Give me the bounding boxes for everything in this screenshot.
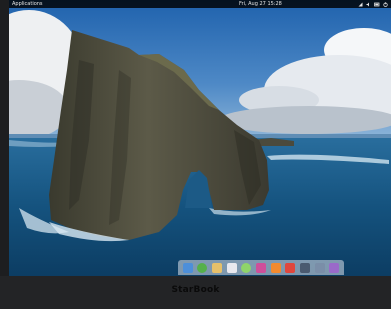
power-icon[interactable] bbox=[383, 1, 388, 7]
dock-mail-icon[interactable] bbox=[211, 262, 222, 273]
dock-app-store-icon[interactable] bbox=[285, 262, 296, 273]
network-icon[interactable] bbox=[358, 2, 363, 7]
desktop-wallpaper bbox=[9, 0, 391, 276]
clock-indicator[interactable]: Fri, Aug 27 15:28 bbox=[239, 0, 282, 8]
dock bbox=[178, 260, 344, 275]
system-tray bbox=[358, 0, 388, 8]
desktop-screen: Applications Fri, Aug 27 15:28 bbox=[9, 0, 391, 276]
dock-videos-icon[interactable] bbox=[270, 262, 281, 273]
dock-calendar-icon[interactable] bbox=[226, 262, 237, 273]
dock-terminal-icon[interactable] bbox=[299, 262, 310, 273]
battery-icon[interactable] bbox=[374, 2, 380, 7]
dock-files-icon[interactable] bbox=[182, 262, 193, 273]
dock-web-browser-icon[interactable] bbox=[197, 262, 208, 273]
brand-logo-text: StarBook bbox=[171, 285, 220, 295]
applications-menu[interactable]: Applications bbox=[12, 0, 43, 8]
laptop-bezel: StarBook bbox=[0, 276, 391, 309]
volume-icon[interactable] bbox=[366, 2, 371, 7]
dock-settings-icon[interactable] bbox=[314, 262, 325, 273]
top-panel: Applications Fri, Aug 27 15:28 bbox=[9, 0, 391, 8]
dock-music-icon[interactable] bbox=[241, 262, 252, 273]
dock-photos-icon[interactable] bbox=[255, 262, 266, 273]
dock-system-monitor-icon[interactable] bbox=[329, 262, 340, 273]
